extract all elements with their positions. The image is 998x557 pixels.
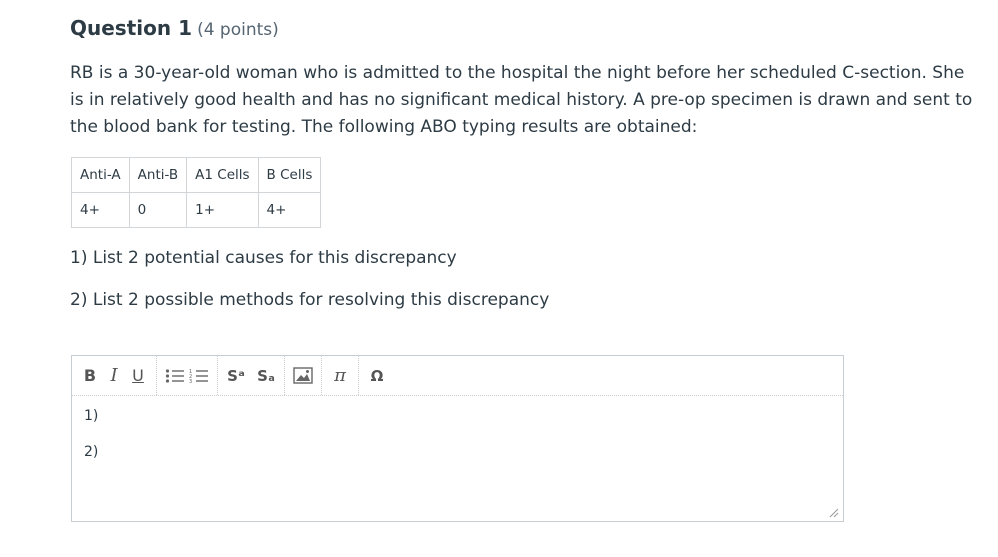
- subscript-button[interactable]: Sₐ: [254, 363, 278, 389]
- question-title: Question 1: [70, 16, 192, 40]
- image-icon: [293, 367, 313, 384]
- script-group: Sᵃ Sₐ: [218, 356, 285, 395]
- superscript-button[interactable]: Sᵃ: [224, 363, 248, 389]
- question-header: Question 1 (4 points): [70, 16, 279, 40]
- answer-line-1: 1): [84, 408, 99, 424]
- cell-a1-cells: 1+: [186, 192, 259, 228]
- numbered-list-icon: 1 2 3: [189, 369, 208, 384]
- answer-line-2: 2): [84, 444, 99, 460]
- bold-button[interactable]: B: [78, 363, 102, 389]
- table-row: 4+ 0 1+ 4+: [71, 192, 322, 228]
- bullet-list-icon: [165, 368, 184, 383]
- answer-editor: B I U 1 2 3 Sᵃ Sₐ π Ω 1) 2): [71, 355, 844, 522]
- cell-b-cells: 4+: [257, 192, 322, 228]
- abo-typing-table: Anti-A Anti-B A1 Cells B Cells 4+ 0 1+ 4…: [71, 157, 322, 228]
- numbered-list-button[interactable]: 1 2 3: [187, 363, 211, 389]
- math-group: π: [322, 356, 359, 395]
- list-group: 1 2 3: [157, 356, 218, 395]
- insert-equation-button[interactable]: π: [328, 363, 352, 389]
- svg-text:3: 3: [189, 379, 192, 384]
- header-b-cells: B Cells: [257, 157, 322, 193]
- editor-toolbar: B I U 1 2 3 Sᵃ Sₐ π Ω: [72, 356, 843, 396]
- insert-image-button[interactable]: [291, 363, 315, 389]
- table-header-row: Anti-A Anti-B A1 Cells B Cells: [71, 157, 322, 193]
- insert-symbol-button[interactable]: Ω: [365, 363, 389, 389]
- header-a1-cells: A1 Cells: [186, 157, 259, 193]
- format-group: B I U: [72, 356, 157, 395]
- underline-button[interactable]: U: [126, 363, 150, 389]
- resize-handle-icon[interactable]: [827, 506, 839, 518]
- question-text: RB is a 30-year-old woman who is admitte…: [70, 63, 973, 137]
- cell-anti-a: 4+: [71, 192, 130, 228]
- header-anti-a: Anti-A: [71, 157, 130, 193]
- prompt-methods: 2) List 2 possible methods for resolving…: [70, 290, 550, 310]
- symbol-group: Ω: [359, 356, 395, 395]
- question-points: (4 points): [197, 20, 279, 40]
- header-anti-b: Anti-B: [128, 157, 188, 193]
- cell-anti-b: 0: [128, 192, 188, 228]
- prompt-causes: 1) List 2 potential causes for this disc…: [70, 248, 457, 268]
- bulleted-list-button[interactable]: [163, 363, 187, 389]
- media-group: [285, 356, 322, 395]
- italic-button[interactable]: I: [102, 363, 126, 389]
- editor-content[interactable]: 1) 2): [72, 396, 843, 522]
